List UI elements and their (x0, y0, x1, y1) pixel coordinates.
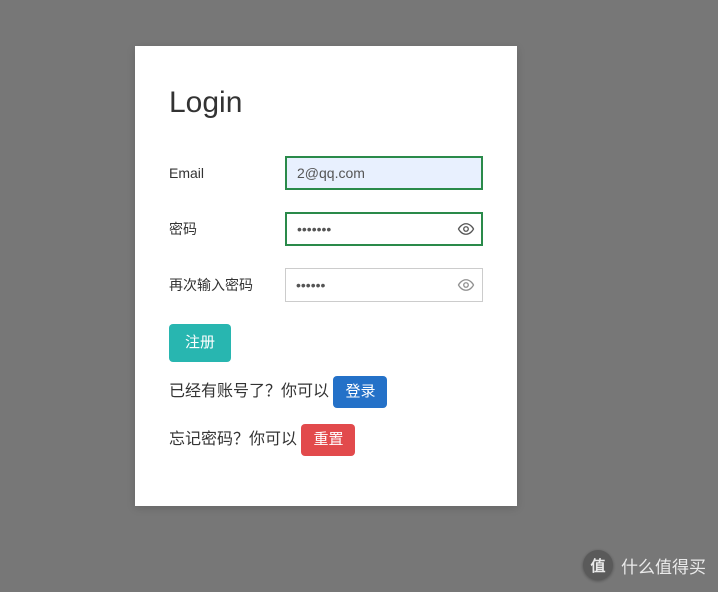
email-input[interactable] (285, 156, 483, 190)
email-input-wrapper (285, 156, 483, 190)
password-label: 密码 (169, 212, 285, 240)
watermark-text: 什么值得买 (621, 553, 706, 578)
password-row: 密码 (169, 212, 483, 246)
email-label: Email (169, 156, 285, 184)
reset-prompt-text: 忘记密码？你可以 (169, 431, 301, 448)
reset-prompt-line: 忘记密码？你可以 重置 (169, 424, 483, 456)
actions-section: 注册 已经有账号了？你可以 登录 忘记密码？你可以 重置 (169, 324, 483, 456)
login-prompt-text: 已经有账号了？你可以 (169, 383, 333, 400)
email-row: Email (169, 156, 483, 190)
password-input[interactable] (285, 212, 483, 246)
login-prompt-line: 已经有账号了？你可以 登录 (169, 376, 483, 408)
password-input-wrapper (285, 212, 483, 246)
confirm-password-input-wrapper (285, 268, 483, 302)
watermark: 值 什么值得买 (583, 550, 706, 580)
register-button[interactable]: 注册 (169, 324, 231, 362)
eye-icon[interactable] (457, 220, 475, 238)
watermark-badge: 值 (583, 550, 613, 580)
card-title: Login (169, 86, 483, 120)
login-button[interactable]: 登录 (333, 376, 387, 408)
confirm-password-row: 再次输入密码 (169, 268, 483, 302)
login-card: Login Email 密码 再次输入密码 (135, 46, 517, 506)
confirm-password-input[interactable] (285, 268, 483, 302)
reset-button[interactable]: 重置 (301, 424, 355, 456)
confirm-password-label: 再次输入密码 (169, 268, 285, 296)
eye-icon[interactable] (457, 276, 475, 294)
